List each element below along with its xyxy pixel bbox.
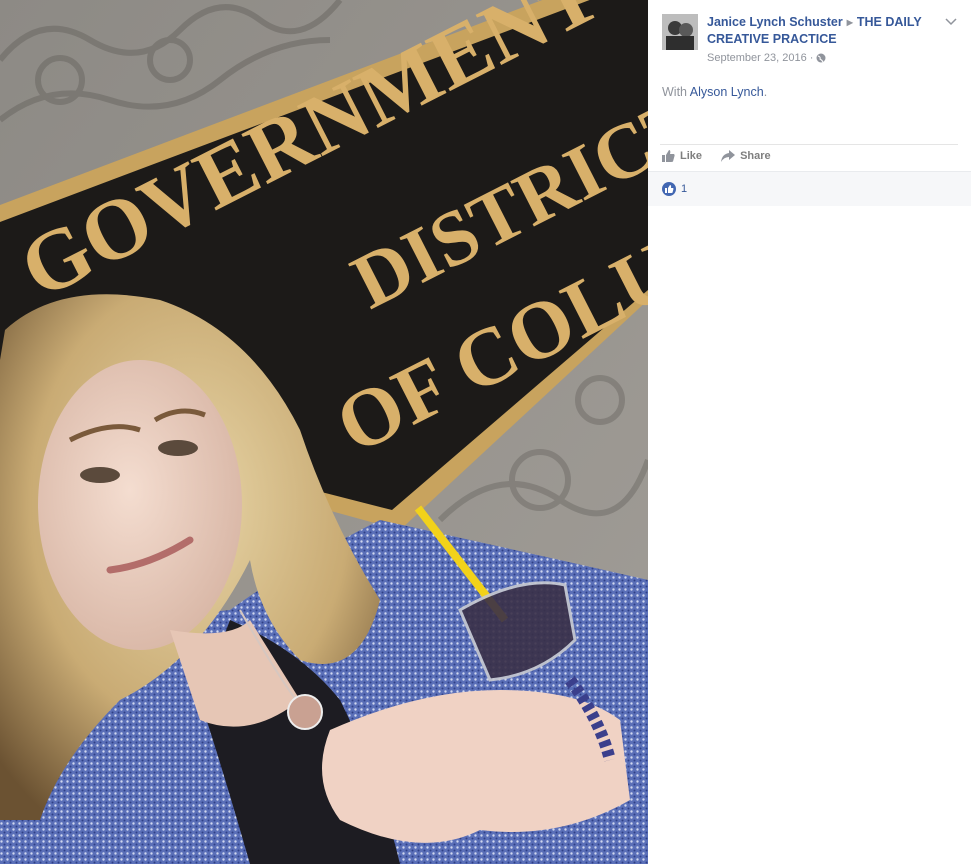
reaction-count[interactable]: 1 [681,183,687,195]
share-arrow-icon [721,150,736,162]
with-prefix: With [662,85,687,99]
like-label: Like [680,150,703,162]
like-button[interactable]: Like [662,150,702,162]
meta-separator: · [809,52,814,64]
with-tag-line: With Alyson Lynch. [662,85,767,99]
avatar[interactable] [662,14,698,50]
divider [660,144,958,145]
caret-right-icon: ▶ [846,18,853,27]
like-reaction-icon[interactable] [662,182,676,196]
share-button[interactable]: Share [721,150,771,162]
reactions-bar: 1 [648,171,971,206]
globe-icon[interactable] [816,53,826,66]
author-link[interactable]: Janice Lynch Schuster [707,15,843,29]
post-date[interactable]: September 23, 2016 [707,52,807,64]
post-meta: September 23, 2016 · [707,52,826,66]
post-sidebar: Janice Lynch Schuster ▶ THE DAILY CREATIVE… [648,0,971,864]
post-photo[interactable]: GOVERNMENT OF DISTRICT OF COLUMBIA [0,0,648,864]
post-actions: Like Share [662,150,787,168]
face [38,360,242,650]
with-suffix: . [763,85,768,99]
pendant [287,694,323,730]
post-header: Janice Lynch Schuster ▶ THE DAILY CREATIVE… [707,14,945,48]
thumbs-up-icon [662,150,675,162]
share-label: Share [740,150,771,162]
chevron-down-icon[interactable] [944,15,958,27]
tagged-person-link[interactable]: Alyson Lynch [690,85,764,99]
